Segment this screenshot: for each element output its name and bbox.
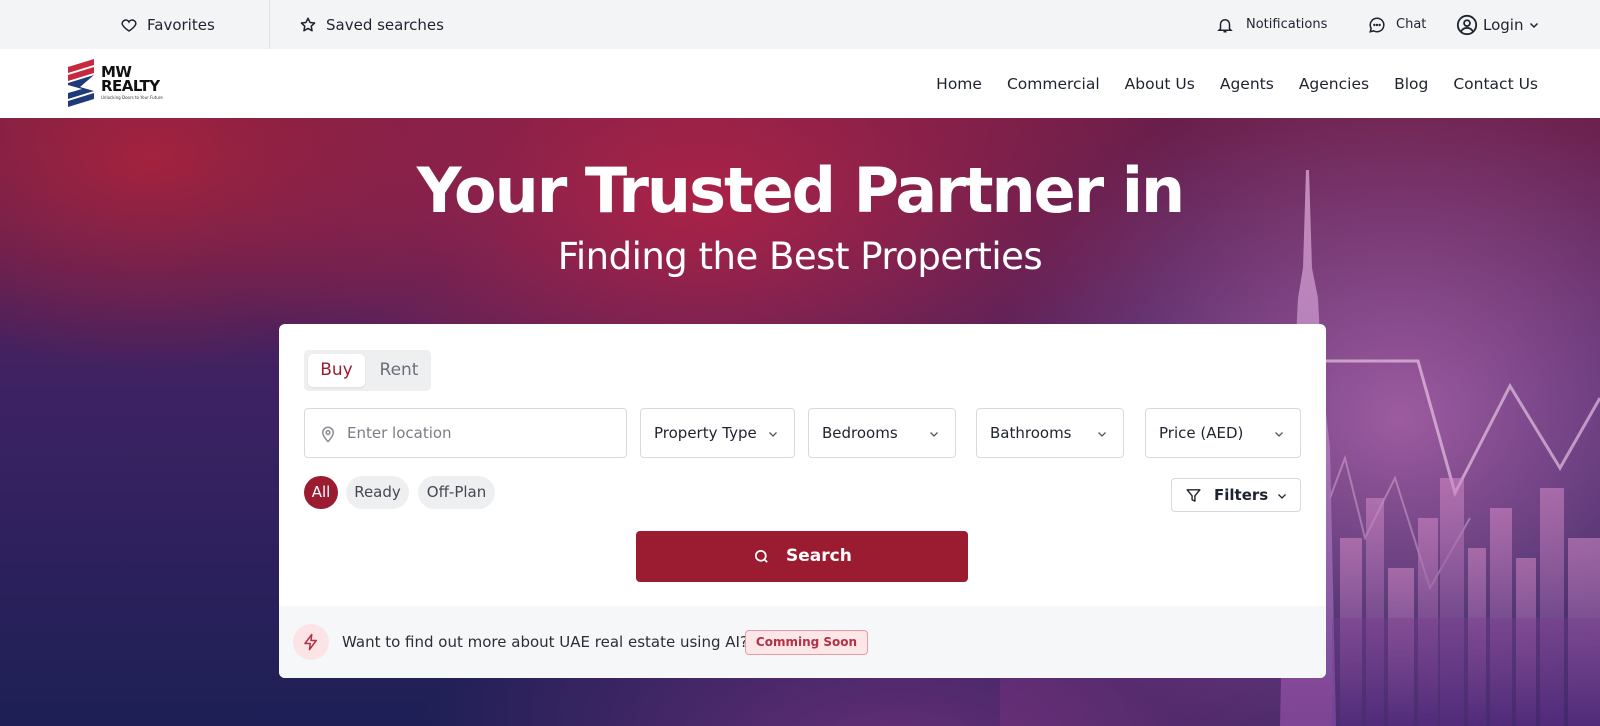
property-type-select[interactable]: Property Type	[640, 408, 795, 458]
property-type-label: Property Type	[654, 424, 757, 442]
hero-title: Your Trusted Partner in	[416, 154, 1185, 227]
chevron-down-icon	[930, 432, 938, 437]
coming-soon-badge: Comming Soon	[745, 630, 868, 655]
nav-contact-us[interactable]: Contact Us	[1453, 75, 1538, 93]
chevron-down-icon	[1098, 432, 1106, 437]
buy-rent-tabs: Buy Rent	[304, 350, 431, 391]
brand-name-line2: REALTY	[101, 77, 160, 95]
location-field[interactable]	[304, 408, 627, 458]
nav-about-us[interactable]: About Us	[1125, 75, 1195, 93]
nav-links: Home Commercial About Us Agents Agencies…	[936, 49, 1538, 118]
chevron-down-icon	[769, 432, 777, 437]
chat-link[interactable]: Chat	[1368, 0, 1426, 49]
funnel-icon	[1186, 489, 1201, 502]
chevron-down-icon	[1278, 494, 1286, 499]
user-circle-icon	[1456, 14, 1478, 35]
bedrooms-label: Bedrooms	[822, 424, 898, 442]
lightning-icon	[304, 633, 317, 651]
nav-blog[interactable]: Blog	[1394, 75, 1428, 93]
top-utility-bar: Favorites Saved searches Notifications C…	[0, 0, 1600, 49]
ai-promo-text: Want to find out more about UAE real est…	[342, 633, 748, 651]
price-select[interactable]: Price (AED)	[1145, 408, 1301, 458]
login-label: Login	[1483, 15, 1524, 34]
brand-tagline: Unlocking Doors to Your Future	[101, 95, 163, 100]
tab-rent[interactable]: Rent	[371, 354, 427, 387]
topbar-divider	[269, 0, 270, 49]
nav-agents[interactable]: Agents	[1220, 75, 1274, 93]
price-label: Price (AED)	[1159, 424, 1244, 442]
login-menu[interactable]: Login	[1456, 0, 1540, 49]
brand-logo[interactable]: MW REALTY Unlocking Doors to Your Future	[66, 57, 166, 111]
chat-label: Chat	[1396, 17, 1427, 32]
ai-icon-badge	[293, 624, 329, 660]
saved-searches-label: Saved searches	[326, 15, 444, 34]
filters-button[interactable]: Filters	[1171, 478, 1301, 512]
notifications-label: Notifications	[1246, 17, 1328, 32]
search-card: Buy Rent Property Type Bedrooms Bathroom…	[279, 324, 1326, 678]
tab-buy[interactable]: Buy	[308, 354, 365, 387]
nav-agencies[interactable]: Agencies	[1299, 75, 1369, 93]
bathrooms-select[interactable]: Bathrooms	[976, 408, 1124, 458]
main-navbar: MW REALTY Unlocking Doors to Your Future…	[0, 49, 1600, 118]
chip-all[interactable]: All	[304, 476, 338, 509]
filters-label: Filters	[1214, 486, 1269, 504]
map-pin-icon	[321, 426, 335, 443]
notifications-link[interactable]: Notifications	[1216, 0, 1327, 49]
location-input[interactable]	[347, 409, 617, 457]
favorites-link[interactable]: Favorites	[120, 0, 215, 49]
chip-off-plan[interactable]: Off-Plan	[418, 476, 495, 509]
chevron-down-icon	[1530, 22, 1539, 28]
bathrooms-label: Bathrooms	[990, 424, 1072, 442]
saved-searches-link[interactable]: Saved searches	[299, 0, 444, 49]
logo-mark-icon	[68, 59, 94, 107]
nav-home[interactable]: Home	[936, 75, 982, 93]
heart-icon	[121, 18, 137, 32]
ai-promo-bar: Want to find out more about UAE real est…	[279, 606, 1326, 678]
search-button-label: Search	[786, 546, 852, 566]
chevron-down-icon	[1275, 432, 1283, 437]
hero-subtitle: Finding the Best Properties	[557, 235, 1043, 278]
search-button[interactable]: Search	[636, 531, 968, 582]
favorites-label: Favorites	[147, 15, 215, 34]
nav-commercial[interactable]: Commercial	[1007, 75, 1100, 93]
chat-bubble-icon	[1369, 16, 1385, 33]
chip-ready[interactable]: Ready	[346, 476, 409, 509]
bell-icon	[1217, 18, 1233, 32]
search-icon	[754, 549, 768, 563]
star-icon	[300, 17, 316, 31]
bedrooms-select[interactable]: Bedrooms	[808, 408, 956, 458]
